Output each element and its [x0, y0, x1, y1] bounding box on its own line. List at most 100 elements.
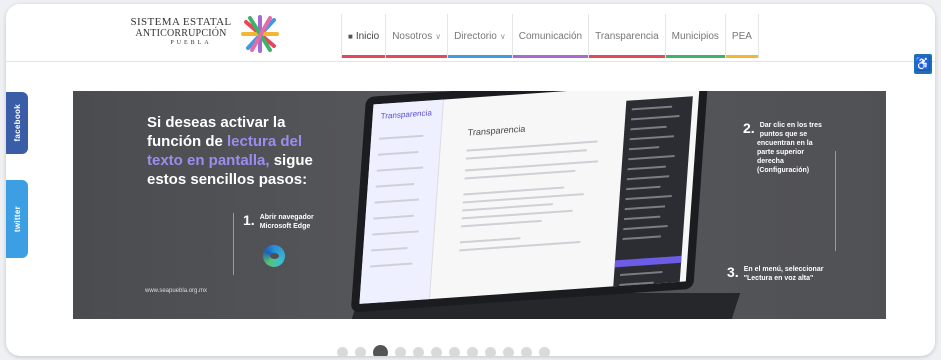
menu-line	[619, 281, 654, 286]
menu-line	[624, 205, 666, 211]
screen-line	[464, 169, 576, 180]
nav-item-comunicacion[interactable]: Comunicación	[511, 14, 589, 58]
menu-line	[623, 225, 668, 231]
menu-line	[630, 125, 667, 131]
nav-item-municipios[interactable]: Municipios	[664, 14, 725, 58]
logo-line-3: PUEBLA	[170, 40, 212, 46]
banner-headline: Si deseas activar la función de lectura …	[147, 113, 337, 189]
step-3-text: En el menú, seleccionar "Lectura en voz …	[743, 266, 824, 282]
nav-item-transparencia[interactable]: Transparencia	[588, 14, 665, 58]
menu-line	[622, 235, 661, 241]
laptop-screen: Transparencia Transparencia	[359, 91, 700, 304]
screen-line	[374, 198, 419, 204]
carousel-dot[interactable]	[337, 347, 348, 356]
nav-underline	[448, 55, 512, 58]
banner-website: www.seapuebla.org.mx	[145, 288, 208, 294]
screen-line	[377, 150, 419, 156]
logo-mark-icon	[241, 15, 279, 53]
home-icon: ■	[348, 31, 353, 41]
carousel-dot[interactable]	[413, 347, 424, 356]
edge-browser-icon	[263, 245, 285, 267]
screen-line	[373, 214, 414, 220]
step-1: 1. Abrir navegador Microsoft Edge	[243, 213, 333, 231]
menu-line	[623, 215, 661, 221]
screen-line	[461, 209, 573, 220]
screen-line	[459, 237, 521, 244]
nav-item-label: Nosotros	[392, 30, 433, 42]
screen-line	[371, 246, 408, 252]
menu-line	[628, 155, 675, 161]
nav-item-label: Inicio	[355, 30, 380, 42]
step-2-number: 2.	[743, 120, 755, 136]
screen-line	[464, 160, 599, 172]
menu-line	[629, 135, 675, 141]
carousel-dot[interactable]	[467, 347, 478, 356]
twitter-label: twitter	[12, 205, 22, 233]
carousel-dot-active[interactable]	[373, 345, 388, 356]
screen-line	[376, 166, 424, 172]
nav-item-label: Directorio	[454, 30, 497, 42]
screen-line	[375, 183, 415, 188]
screen-line	[372, 230, 419, 236]
screen-line	[461, 219, 542, 228]
browser-settings-menu	[612, 96, 693, 301]
menu-line	[626, 185, 661, 191]
nav-item-label: Municipios	[671, 30, 719, 42]
main-nav: ■ Inicio Nosotros ∨ Directorio ∨ Comunic…	[341, 14, 759, 58]
screen-line	[459, 240, 581, 252]
nav-underline	[725, 55, 758, 58]
screen-line	[370, 262, 413, 268]
nav-underline	[386, 55, 448, 58]
facebook-label: facebook	[12, 104, 22, 142]
hero-banner[interactable]: Si deseas activar la función de lectura …	[73, 91, 886, 319]
screen-line	[465, 149, 587, 160]
carousel-dot[interactable]	[485, 347, 496, 356]
chevron-down-icon: ∨	[499, 31, 506, 41]
screen-page-title: Transparencia	[467, 123, 526, 138]
step-2: 2. Dar clic en los tres puntos que se en…	[743, 121, 833, 175]
carousel-dot[interactable]	[395, 347, 406, 356]
nav-item-inicio[interactable]: ■ Inicio	[341, 14, 386, 58]
site-logo[interactable]: Sistema Estatal Anticorrupción PUEBLA	[124, 14, 284, 54]
carousel-dots	[337, 345, 550, 356]
menu-line	[625, 194, 672, 201]
page-frame: Sistema Estatal Anticorrupción PUEBLA ■ …	[6, 4, 935, 356]
accessibility-icon[interactable]: ♿	[914, 54, 932, 74]
menu-highlight	[614, 255, 682, 268]
screen-line	[462, 193, 584, 204]
nav-underline	[589, 55, 665, 58]
menu-line	[627, 165, 666, 171]
divider	[835, 151, 836, 251]
chevron-down-icon: ∨	[435, 31, 442, 41]
carousel-dot[interactable]	[355, 347, 366, 356]
menu-line	[626, 175, 670, 181]
nav-item-label: Comunicación	[518, 30, 583, 42]
carousel-dot[interactable]	[431, 347, 442, 356]
screen-line	[462, 203, 553, 212]
menu-line	[620, 271, 663, 276]
nav-item-directorio[interactable]: Directorio ∨	[447, 14, 512, 58]
screen-sidebar-title: Transparencia	[380, 108, 433, 121]
carousel-dot[interactable]	[449, 347, 460, 356]
screen-sidebar: Transparencia	[359, 99, 445, 304]
carousel-dot[interactable]	[503, 347, 514, 356]
nav-item-pea[interactable]: PEA	[724, 14, 759, 58]
nav-underline	[512, 55, 589, 58]
facebook-tab[interactable]: facebook	[6, 92, 28, 154]
menu-line	[628, 146, 660, 151]
screen-line	[463, 186, 565, 196]
carousel-dot[interactable]	[521, 347, 532, 356]
twitter-tab[interactable]: twitter	[6, 180, 28, 258]
site-header: Sistema Estatal Anticorrupción PUEBLA ■ …	[6, 4, 935, 62]
nav-item-label: PEA	[731, 30, 752, 42]
logo-line-1: Sistema Estatal	[130, 16, 232, 28]
step-1-number: 1.	[243, 212, 255, 228]
nav-item-nosotros[interactable]: Nosotros ∨	[385, 14, 448, 58]
nav-underline	[665, 55, 725, 58]
nav-underline	[342, 55, 386, 58]
menu-line	[631, 105, 673, 111]
logo-line-2: Anticorrupción	[135, 28, 227, 39]
carousel-dot[interactable]	[539, 347, 550, 356]
laptop-screen-frame: Transparencia Transparencia	[350, 91, 709, 313]
screen-line	[379, 134, 424, 140]
